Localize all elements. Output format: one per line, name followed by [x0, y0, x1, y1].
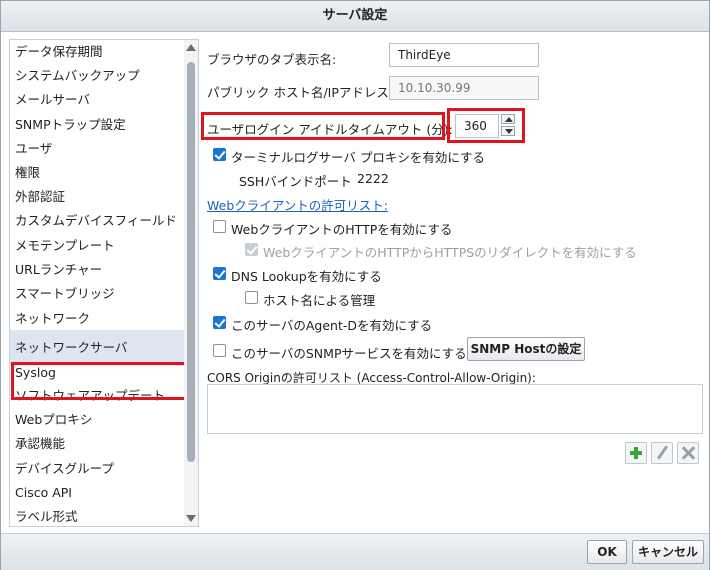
terminal-proxy-checkbox[interactable] — [213, 148, 226, 161]
sidebar-item-users[interactable]: ユーザ — [10, 137, 184, 161]
idle-timeout-label: ユーザログイン アイドルタイムアウト (分): — [207, 122, 453, 137]
sidebar-item-snmp-trap[interactable]: SNMPトラップ設定 — [10, 113, 184, 137]
web-client-allow-list-link[interactable]: Webクライアントの許可リスト: — [207, 195, 388, 214]
pencil-icon — [656, 445, 669, 460]
sidebar-item-permissions[interactable]: 権限 — [10, 161, 184, 185]
hostname-mgmt-label: ホスト名による管理 — [263, 293, 376, 308]
sidebar-item-web-proxy[interactable]: Webプロキシ — [10, 408, 184, 432]
sidebar-item-memo-templates[interactable]: メモテンプレート — [10, 234, 184, 258]
check-icon — [214, 267, 226, 279]
dns-lookup-checkbox[interactable] — [213, 267, 226, 280]
sidebar-item-mail-server[interactable]: メールサーバ — [10, 88, 184, 112]
agent-d-checkbox[interactable] — [213, 316, 226, 329]
spin-down-icon — [505, 129, 513, 134]
public-host-label: パブリック ホスト名/IPアドレス: — [207, 85, 394, 100]
web-http-label: WebクライアントのHTTPを有効にする — [231, 222, 453, 237]
scroll-down-arrow-icon[interactable] — [186, 515, 196, 522]
sidebar-scrollbar[interactable] — [184, 40, 198, 526]
scroll-thumb[interactable] — [187, 62, 195, 462]
agent-d-label: このサーバのAgent-Dを有効にする — [231, 318, 433, 333]
sidebar-item-smart-bridge[interactable]: スマートブリッジ — [10, 282, 184, 306]
sidebar-item-device-groups[interactable]: デバイスグループ — [10, 457, 184, 481]
sidebar-item-external-auth[interactable]: 外部認証 — [10, 185, 184, 209]
dialog-title: サーバ設定 — [1, 1, 709, 32]
snmp-host-settings-button[interactable]: SNMP Hostの設定 — [467, 337, 585, 361]
settings-sidebar: データ保存期間 システムバックアップ メールサーバ SNMPトラップ設定 ユーザ… — [9, 39, 199, 527]
ssh-bind-port-label: SSHバインドポート — [239, 174, 352, 189]
cancel-button[interactable]: キャンセル — [632, 540, 704, 564]
selected-item-highlight — [11, 362, 193, 400]
spin-up-button[interactable] — [501, 114, 515, 124]
cors-origin-list[interactable] — [207, 384, 703, 434]
spin-down-button[interactable] — [501, 126, 515, 136]
sidebar-item-custom-device-fields[interactable]: カスタムデバイスフィールド — [10, 209, 184, 233]
edit-button[interactable] — [651, 442, 673, 464]
sidebar-item-network-server[interactable]: ネットワークサーバ — [10, 330, 184, 367]
sidebar-item-label-format[interactable]: ラベル形式 — [10, 505, 184, 526]
dialog-footer: OK キャンセル — [1, 533, 709, 570]
network-server-settings-panel: ブラウザのタブ表示名: ThirdEye パブリック ホスト名/IPアドレス: … — [201, 39, 703, 525]
sidebar-list: データ保存期間 システムバックアップ メールサーバ SNMPトラップ設定 ユーザ… — [10, 40, 184, 526]
dns-lookup-label: DNS Lookupを有効にする — [231, 269, 382, 284]
sidebar-item-approval[interactable]: 承認機能 — [10, 432, 184, 456]
snmp-service-checkbox[interactable] — [213, 344, 226, 357]
sidebar-item-cisco-api[interactable]: Cisco API — [10, 481, 184, 505]
sidebar-item-data-retention[interactable]: データ保存期間 — [10, 40, 184, 64]
server-settings-dialog: サーバ設定 データ保存期間 システムバックアップ メールサーバ SNMPトラップ… — [0, 0, 710, 570]
web-http-checkbox[interactable] — [213, 220, 226, 233]
web-http-redirect-label: WebクライアントのHTTPからHTTPSのリダイレクトを有効にする — [263, 245, 637, 260]
check-icon — [214, 316, 226, 328]
sidebar-item-url-launcher[interactable]: URLランチャー — [10, 258, 184, 282]
check-icon — [214, 148, 226, 160]
check-icon — [246, 243, 258, 255]
idle-timeout-input[interactable]: 360 — [455, 114, 499, 138]
hostname-mgmt-checkbox[interactable] — [245, 291, 258, 304]
browser-tab-label: ブラウザのタブ表示名: — [207, 52, 337, 67]
terminal-proxy-label: ターミナルログサーバ プロキシを有効にする — [231, 150, 485, 165]
delete-button[interactable] — [677, 442, 699, 464]
spin-up-icon — [505, 117, 513, 122]
snmp-service-label: このサーバのSNMPサービスを有効にする — [231, 346, 467, 361]
idle-timeout-spinner[interactable] — [501, 114, 517, 138]
add-button[interactable] — [625, 442, 647, 464]
browser-tab-input[interactable]: ThirdEye — [389, 43, 539, 67]
ok-button[interactable]: OK — [587, 540, 627, 564]
sidebar-item-network[interactable]: ネットワーク — [10, 306, 184, 330]
web-http-redirect-checkbox[interactable] — [245, 243, 258, 256]
plus-icon-vertical — [634, 447, 638, 459]
ssh-bind-port-value: 2222 — [357, 171, 389, 186]
sidebar-item-system-backup[interactable]: システムバックアップ — [10, 64, 184, 88]
public-host-input[interactable]: 10.10.30.99 — [389, 76, 539, 100]
scroll-up-arrow-icon[interactable] — [186, 44, 196, 51]
